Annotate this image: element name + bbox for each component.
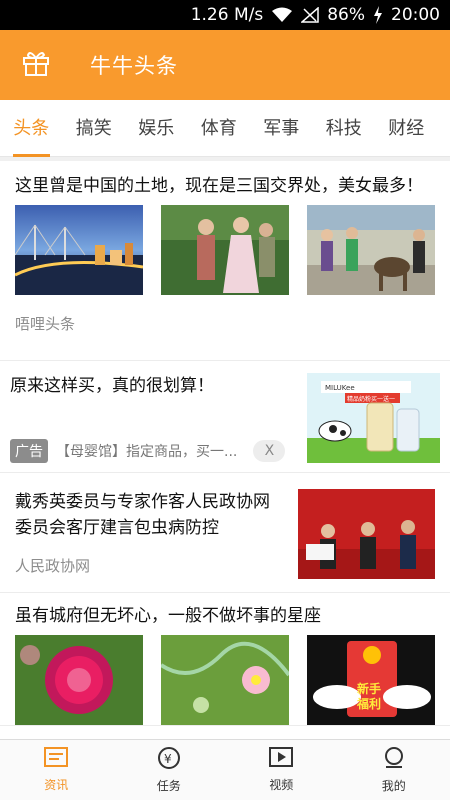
news-thumbnail <box>298 489 435 579</box>
news-source: 唔哩头条 <box>15 315 76 333</box>
tab-funny[interactable]: 搞笑 <box>63 100 126 157</box>
status-bar: 1.26 M/s 86% 20:00 <box>0 0 450 30</box>
ad-item[interactable]: 原来这样买，真的很划算！ MILUKee 精品奶粉买一送一 广告 【母婴馆】指定… <box>0 361 450 473</box>
svg-text:¥: ¥ <box>164 752 172 766</box>
tab-tech[interactable]: 科技 <box>313 100 376 157</box>
news-thumbnail <box>15 635 143 725</box>
signal-icon <box>301 7 319 23</box>
nav-tasks-label: 任务 <box>156 779 181 793</box>
app-header: 牛牛头条 <box>0 30 450 100</box>
gift-button[interactable] <box>0 30 72 100</box>
tab-entertainment[interactable]: 娱乐 <box>125 100 188 157</box>
news-title: 这里曾是中国的土地，现在是三国交界处，美女最多！ <box>15 176 423 196</box>
nav-tasks[interactable]: ¥ 任务 <box>113 740 226 800</box>
ad-meta-row: 广告 【母婴馆】指定商品，买一... X <box>10 439 286 463</box>
ad-image-slogan: 精品奶粉买一送一 <box>347 395 395 403</box>
news-icon <box>44 747 69 772</box>
news-title: 戴秀英委员与专家作客人民政协网委员会客厅建言包虫病防控 <box>15 492 270 538</box>
ad-close-button[interactable]: X <box>253 440 286 462</box>
tab-sports[interactable]: 体育 <box>188 100 251 157</box>
news-thumbnail <box>15 205 143 295</box>
charging-icon <box>373 6 383 24</box>
news-item[interactable]: 戴秀英委员与专家作客人民政协网委员会客厅建言包虫病防控 人民政协网 <box>0 473 450 593</box>
news-feed[interactable]: 这里曾是中国的土地，现在是三国交界处，美女最多！ 唔哩头条 原来这样买，真的很划… <box>0 157 450 739</box>
image-row: 新手 福利 <box>15 635 435 725</box>
news-item[interactable]: 这里曾是中国的土地，现在是三国交界处，美女最多！ 唔哩头条 <box>0 161 450 361</box>
promo-badge-line2: 福利 <box>356 696 381 711</box>
nav-video[interactable]: 视频 <box>225 740 338 800</box>
news-thumbnail <box>161 635 289 725</box>
clock: 20:00 <box>391 5 440 25</box>
nav-profile-label: 我的 <box>381 779 406 793</box>
category-tabs: 头条 搞笑 娱乐 体育 军事 科技 财经 <box>0 100 450 157</box>
nav-news[interactable]: 资讯 <box>0 740 113 800</box>
tab-headlines[interactable]: 头条 <box>0 100 63 157</box>
image-row <box>15 205 435 295</box>
tab-military[interactable]: 军事 <box>250 100 313 157</box>
bottom-navigation: 资讯 ¥ 任务 视频 我的 <box>0 739 450 800</box>
nav-video-label: 视频 <box>269 778 294 792</box>
battery-percent: 86% <box>327 5 365 25</box>
tab-finance[interactable]: 财经 <box>375 100 438 157</box>
news-thumbnail <box>307 205 435 295</box>
profile-icon <box>382 746 406 773</box>
news-item[interactable]: 虽有城府但无坏心，一般不做坏事的星座 新手 福利 <box>0 593 450 726</box>
nav-news-label: 资讯 <box>44 778 69 792</box>
wifi-icon <box>271 7 293 23</box>
news-title: 虽有城府但无坏心，一般不做坏事的星座 <box>15 606 321 626</box>
promo-thumbnail[interactable]: 新手 福利 <box>307 635 435 725</box>
ad-image-brand: MILUKee <box>325 384 355 392</box>
video-icon <box>269 747 294 772</box>
promo-badge-line1: 新手 <box>357 681 381 696</box>
gift-icon <box>22 50 50 80</box>
ad-thumbnail: MILUKee 精品奶粉买一送一 <box>307 373 440 463</box>
coin-icon: ¥ <box>157 746 181 773</box>
ad-title: 原来这样买，真的很划算！ <box>10 376 214 396</box>
app-title: 牛牛头条 <box>90 54 178 78</box>
nav-profile[interactable]: 我的 <box>338 740 450 800</box>
ad-badge: 广告 <box>10 439 48 463</box>
network-speed: 1.26 M/s <box>190 5 264 25</box>
ad-description: 【母婴馆】指定商品，买一... <box>56 444 238 460</box>
news-thumbnail <box>161 205 289 295</box>
